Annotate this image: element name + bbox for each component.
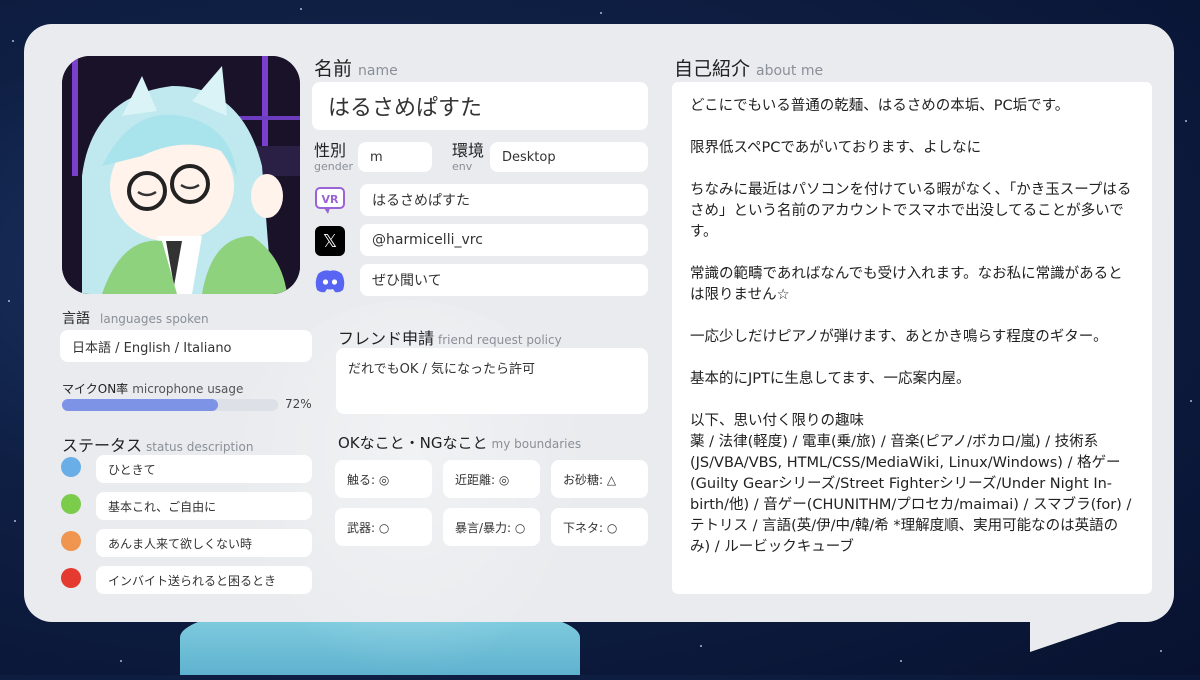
svg-text:VR: VR bbox=[322, 193, 340, 206]
speech-bubble-tail bbox=[1030, 618, 1130, 652]
x-account-field: @harmicelli_vrc bbox=[360, 224, 648, 256]
gender-label-jp: 性別 bbox=[314, 141, 347, 160]
friend-request-label-en: friend request policy bbox=[438, 333, 562, 347]
microphone-label: マイクON率 microphone usage bbox=[62, 378, 243, 397]
friend-request-label: フレンド申請 friend request policy bbox=[338, 325, 562, 349]
x-icon: 𝕏 bbox=[313, 224, 347, 258]
discord-icon bbox=[313, 264, 347, 298]
status-item-green: 基本これ、ご自由に bbox=[96, 492, 312, 520]
boundary-abuse: 暴言/暴力: ○ bbox=[443, 508, 540, 546]
boundary-touch: 触る: ◎ bbox=[335, 460, 432, 498]
languages-label-en: languages spoken bbox=[100, 312, 209, 326]
status-dot-blue bbox=[61, 457, 81, 477]
status-dot-red bbox=[61, 568, 81, 588]
status-dot-green bbox=[61, 494, 81, 514]
gender-field: m bbox=[358, 142, 432, 172]
boundary-dirty-jokes: 下ネタ: ○ bbox=[551, 508, 648, 546]
languages-field: 日本語 / English / Italiano bbox=[60, 330, 312, 362]
boundaries-label-jp: OKなこと・NGなこと bbox=[338, 434, 488, 452]
friend-request-label-jp: フレンド申請 bbox=[338, 329, 435, 348]
microphone-label-jp: マイクON率 bbox=[62, 382, 129, 396]
status-item-red: インバイト送られると困るとき bbox=[96, 566, 312, 594]
microphone-bar-track bbox=[62, 399, 278, 411]
gender-label-en: gender bbox=[314, 160, 353, 173]
env-label-jp: 環境 bbox=[452, 141, 485, 160]
avatar-illustration bbox=[62, 56, 300, 294]
name-label-en: name bbox=[358, 63, 398, 79]
boundaries-label: OKなこと・NGなこと my boundaries bbox=[338, 432, 581, 453]
name-label: 名前 name bbox=[314, 54, 398, 81]
env-label-en: env bbox=[452, 160, 473, 173]
avatar bbox=[62, 56, 300, 294]
languages-label: 言語 languages spoken bbox=[62, 308, 209, 328]
boundary-close-distance: 近距離: ◎ bbox=[443, 460, 540, 498]
status-item-orange: あんま人来て欲しくない時 bbox=[96, 529, 312, 557]
languages-label-jp: 言語 bbox=[62, 311, 90, 327]
boundaries-label-en: my boundaries bbox=[491, 437, 582, 451]
status-label-en: status description bbox=[146, 440, 254, 454]
env-field: Desktop bbox=[490, 142, 648, 172]
about-label-en: about me bbox=[756, 63, 824, 79]
about-text: どこにでもいる普通の乾麺、はるさめの本垢、PC垢です。 限界低スペPCであがいて… bbox=[672, 82, 1152, 594]
name-label-jp: 名前 bbox=[314, 58, 353, 80]
gender-label: 性別 gender bbox=[314, 143, 353, 175]
vrchat-icon: VR bbox=[313, 184, 347, 218]
microphone-label-en: microphone usage bbox=[132, 382, 244, 396]
boundary-weapons: 武器: ○ bbox=[335, 508, 432, 546]
env-label: 環境 env bbox=[452, 143, 484, 175]
status-dot-orange bbox=[61, 531, 81, 551]
microphone-percent: 72% bbox=[285, 397, 312, 411]
microphone-bar-fill bbox=[62, 399, 218, 411]
friend-request-field: だれでもOK / 気になったら許可 bbox=[336, 348, 648, 414]
status-label-jp: ステータス bbox=[62, 436, 143, 455]
vrchat-account-field: はるさめぱすた bbox=[360, 184, 648, 216]
discord-account-field: ぜひ聞いて bbox=[360, 264, 648, 296]
name-field: はるさめぱすた bbox=[312, 82, 648, 130]
status-item-blue: ひときて bbox=[96, 455, 312, 483]
about-label-jp: 自己紹介 bbox=[674, 58, 751, 80]
status-label: ステータス status description bbox=[62, 432, 253, 456]
about-label: 自己紹介 about me bbox=[674, 54, 823, 81]
boundary-sugar: お砂糖: △ bbox=[551, 460, 648, 498]
